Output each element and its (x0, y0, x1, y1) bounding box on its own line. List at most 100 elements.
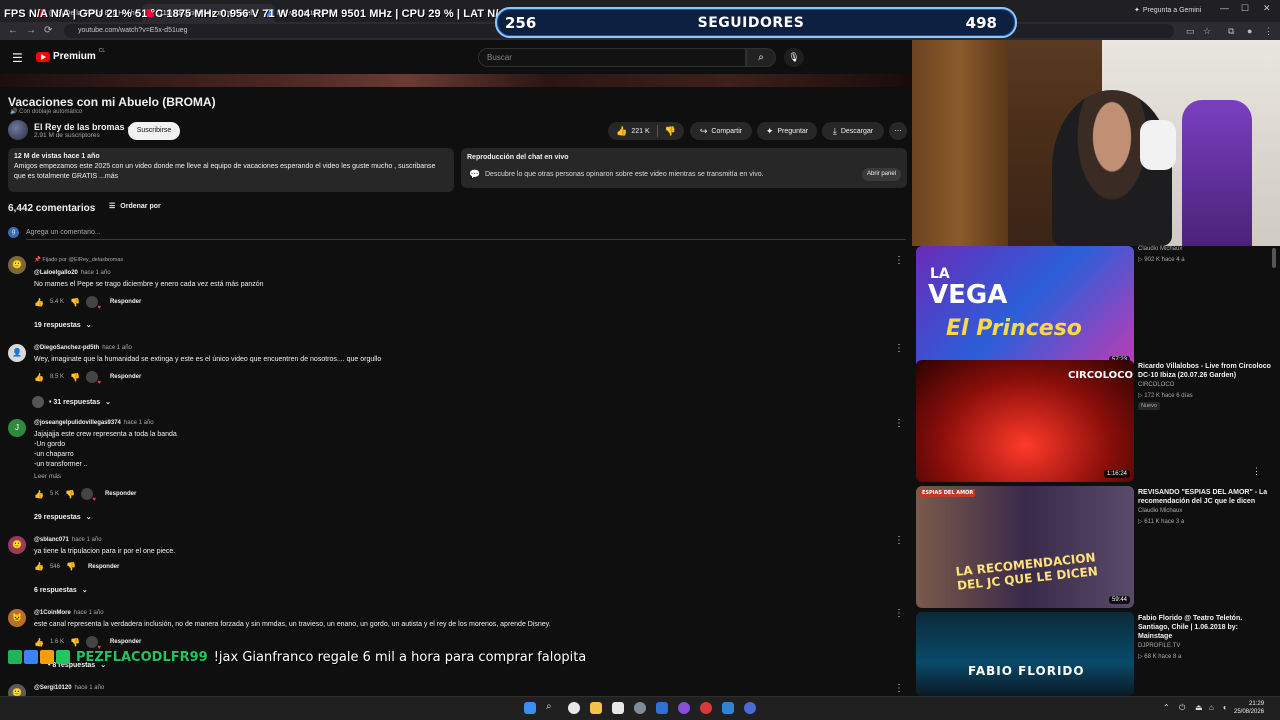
read-more-link[interactable]: Leer más (34, 473, 61, 480)
comment-menu-icon[interactable]: ⋮ (894, 608, 904, 619)
window-close-icon[interactable]: ✕ (1263, 3, 1271, 14)
windows-start-icon[interactable] (524, 702, 536, 714)
comment-avatar[interactable]: 👤 (8, 344, 26, 362)
more-actions-icon[interactable]: ⋯ (889, 122, 907, 140)
dislike-icon[interactable]: 👎 (70, 298, 80, 307)
comment-author[interactable]: @1CoinMore hace 1 año (34, 610, 104, 616)
app-icon[interactable] (678, 702, 690, 714)
bookmark-star-icon[interactable]: ☆ (1203, 26, 1211, 37)
comment-menu-icon[interactable]: ⋮ (894, 683, 904, 694)
comment-avatar[interactable]: 🙂 (8, 536, 26, 554)
video-thumbnail[interactable]: LA VEGA El Princeso 57:23 (916, 246, 1134, 368)
like-icon[interactable]: 👍 (34, 298, 44, 307)
comment-author[interactable]: @joseangelpulidovillegas9374 hace 1 año (34, 420, 154, 426)
sort-button[interactable]: ☰ Ordenar por (109, 202, 161, 211)
network-icon[interactable]: ⌂ (1209, 703, 1214, 712)
like-icon[interactable]: 👍 (34, 562, 44, 571)
like-icon[interactable]: 👍 (34, 373, 44, 382)
video-player-bottom[interactable] (0, 74, 910, 87)
cast-icon[interactable]: ▭ (1186, 26, 1195, 37)
search-input[interactable]: Buscar (478, 48, 746, 67)
settings-gear-icon[interactable] (634, 702, 646, 714)
open-panel-button[interactable]: Abrir panel (861, 168, 901, 181)
file-explorer-icon[interactable] (590, 702, 602, 714)
reply-button[interactable]: Responder (88, 564, 119, 570)
related-video-3[interactable]: ESPIAS DEL AMOR LA RECOMENDACION DEL JC … (916, 486, 1276, 608)
dislike-icon[interactable]: 👎 (66, 562, 76, 571)
reply-button[interactable]: Responder (105, 491, 136, 497)
tray-icon[interactable]: ⏏ (1195, 703, 1203, 712)
youtube-premium-logo[interactable]: Premium CL (36, 48, 105, 62)
comment-avatar[interactable]: 🙂 (8, 256, 26, 274)
microphone-icon[interactable]: 🎙 (784, 48, 804, 67)
comment-author[interactable]: @Sergi10120 hace 1 año (34, 685, 104, 691)
dislike-icon[interactable]: 👎 (70, 373, 80, 382)
mail-icon[interactable] (656, 702, 668, 714)
video-title[interactable]: Ricardo Villalobos - Live from Circoloco… (1138, 362, 1274, 380)
like-icon[interactable]: 👍 (616, 126, 627, 137)
replies-toggle[interactable]: 19 respuestas ⌄ (34, 321, 92, 330)
tray-icon[interactable]: ⏻ (1179, 703, 1185, 713)
app-icon[interactable] (722, 702, 734, 714)
channel-name[interactable]: El Rey de las bromas ● (34, 122, 131, 132)
gemini-button[interactable]: ✦ Pregunta a Gemini (1128, 3, 1207, 17)
ask-button[interactable]: ✦ Preguntar (757, 122, 817, 140)
comment-menu-icon[interactable]: ⋮ (894, 535, 904, 546)
tray-chevron-icon[interactable]: ⌃ (1163, 703, 1170, 712)
video-title[interactable]: Fabio Florido @ Teatro Teletón. Santiago… (1138, 614, 1274, 641)
scrollbar-thumb[interactable] (1272, 248, 1276, 268)
app-icon[interactable] (744, 702, 756, 714)
reply-button[interactable]: Responder (110, 374, 141, 380)
related-video-4[interactable]: FABIO FLORIDO Fabio Florido @ Teatro Tel… (916, 612, 1276, 696)
download-button[interactable]: ⤓ Descargar (822, 122, 884, 140)
hamburger-menu-icon[interactable]: ☰ (12, 51, 23, 65)
share-button[interactable]: ↪ Compartir (690, 122, 752, 140)
dislike-icon[interactable]: 👎 (70, 638, 80, 647)
comment-menu-icon[interactable]: ⋮ (894, 343, 904, 354)
volume-icon[interactable]: ◖ (1222, 703, 1227, 712)
system-clock[interactable]: 21:29 25/08/2026 (1234, 700, 1264, 716)
video-thumbnail[interactable]: CIRCOLOCO 1:16:24 (916, 360, 1134, 482)
comment-author[interactable]: @sblanc071 hace 1 año (34, 537, 102, 543)
comment-avatar[interactable]: 😺 (8, 609, 26, 627)
add-comment-input[interactable]: Agrega un comentario... (26, 229, 101, 236)
video-thumbnail[interactable]: FABIO FLORIDO (916, 612, 1134, 696)
replies-toggle[interactable]: 29 respuestas ⌄ (34, 513, 92, 522)
minimize-icon[interactable]: — (1220, 3, 1229, 13)
chrome-icon[interactable] (568, 702, 580, 714)
like-icon[interactable]: 👍 (34, 638, 44, 647)
forward-icon[interactable]: → (26, 25, 36, 36)
app-icon[interactable] (700, 702, 712, 714)
reply-button[interactable]: Responder (110, 639, 141, 645)
comment-author[interactable]: @Laloelgallo20 hace 1 año (34, 270, 111, 276)
comment-menu-icon[interactable]: ⋮ (894, 255, 904, 266)
comment-avatar[interactable]: J (8, 419, 26, 437)
dislike-icon[interactable]: 👎 (665, 126, 676, 137)
like-icon[interactable]: 👍 (34, 490, 44, 499)
like-dislike-button[interactable]: 👍 221 K 👎 (608, 122, 684, 140)
maximize-icon[interactable]: ☐ (1241, 3, 1249, 14)
scrollbar[interactable] (1272, 246, 1276, 696)
description-box[interactable]: 12 M de vistas hace 1 año Amigos empezam… (8, 148, 454, 192)
channel-avatar[interactable] (8, 120, 28, 140)
store-icon[interactable] (612, 702, 624, 714)
reply-button[interactable]: Responder (110, 299, 141, 305)
related-video-2[interactable]: CIRCOLOCO 1:16:24 Ricardo Villalobos - L… (916, 360, 1276, 482)
video-title[interactable]: REVISANDO "ESPIAS DEL AMOR" - La recomen… (1138, 488, 1274, 506)
replies-toggle[interactable]: • 31 respuestas ⌄ (32, 396, 111, 408)
menu-kebab-icon[interactable]: ⋮ (1264, 26, 1273, 37)
comment-menu-icon[interactable]: ⋮ (894, 418, 904, 429)
extensions-icon[interactable]: ⧉ (1228, 26, 1234, 37)
dislike-icon[interactable]: 👎 (65, 490, 75, 499)
taskbar-search-icon[interactable]: ⌕ (546, 701, 558, 713)
profile-icon[interactable]: ● (1247, 26, 1252, 36)
back-icon[interactable]: ← (8, 25, 18, 36)
related-video-1[interactable]: LA VEGA El Princeso 57:23 Claudio Michau… (916, 246, 1276, 368)
subscribe-button[interactable]: Suscribirse (128, 122, 180, 140)
replies-toggle[interactable]: 6 respuestas ⌄ (34, 586, 88, 595)
search-icon[interactable]: ⌕ (746, 48, 776, 67)
reload-icon[interactable]: ⟳ (44, 25, 52, 36)
video-menu-icon[interactable]: ⋮ (1252, 466, 1261, 477)
comment-author[interactable]: @DiegoSanchez-pd5th hace 1 año (34, 345, 132, 351)
video-thumbnail[interactable]: ESPIAS DEL AMOR LA RECOMENDACION DEL JC … (916, 486, 1134, 608)
